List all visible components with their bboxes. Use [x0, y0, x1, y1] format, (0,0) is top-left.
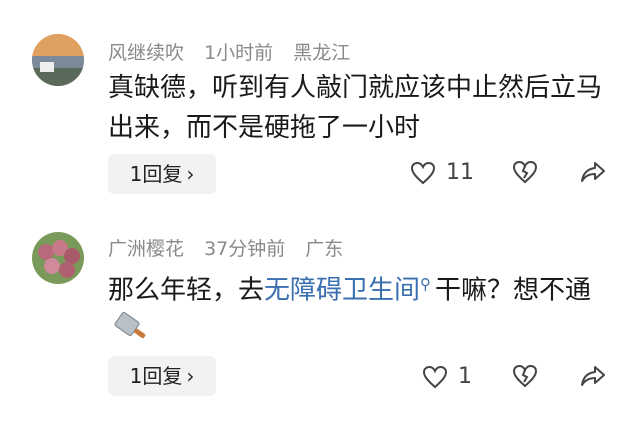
share-icon [580, 160, 606, 184]
comment-text-part: 干嘛？想不通 [435, 275, 592, 306]
username[interactable]: 风继续吹 [108, 42, 184, 64]
keyword-link[interactable]: 无障碍卫生间 [264, 276, 420, 306]
search-icon[interactable]: ⚲ [420, 275, 431, 293]
comment-meta: 风继续吹 1小时前 黑龙江 [108, 38, 364, 65]
share-button[interactable] [580, 160, 606, 184]
reply-button[interactable]: 1回复 › [108, 356, 216, 396]
reply-button[interactable]: 1回复 › [108, 154, 216, 194]
knife-emoji-icon [114, 311, 148, 357]
broken-heart-icon [512, 364, 538, 388]
location: 黑龙江 [293, 42, 351, 64]
reply-label: 1回复 [129, 162, 183, 186]
avatar[interactable] [32, 232, 84, 284]
like-button[interactable]: 11 [410, 160, 474, 185]
like-count: 11 [446, 160, 474, 185]
broken-heart-icon [512, 160, 538, 184]
comment-text-part: 那么年轻，去 [108, 275, 265, 306]
reply-label: 1回复 [129, 364, 183, 388]
dislike-button[interactable] [512, 364, 538, 388]
comment-meta: 广洲樱花 37分钟前 广东 [108, 234, 357, 261]
like-count: 1 [458, 364, 472, 389]
share-button[interactable] [580, 364, 606, 388]
timestamp: 1小时前 [204, 42, 274, 64]
comment-text: 那么年轻，去无障碍卫生间⚲ 干嘛？想不通 [108, 264, 608, 357]
timestamp: 37分钟前 [204, 238, 286, 260]
dislike-button[interactable] [512, 160, 538, 184]
heart-icon [410, 161, 436, 185]
comment-text: 真缺德，听到有人敲门就应该中止然后立马出来，而不是硬拖了一小时 [108, 73, 603, 143]
avatar[interactable] [32, 34, 84, 86]
like-button[interactable]: 1 [422, 364, 472, 389]
username[interactable]: 广洲樱花 [108, 238, 184, 260]
share-icon [580, 364, 606, 388]
chevron-right-icon: › [186, 364, 195, 388]
location: 广东 [305, 238, 344, 260]
chevron-right-icon: › [186, 162, 195, 186]
heart-icon [422, 365, 448, 389]
